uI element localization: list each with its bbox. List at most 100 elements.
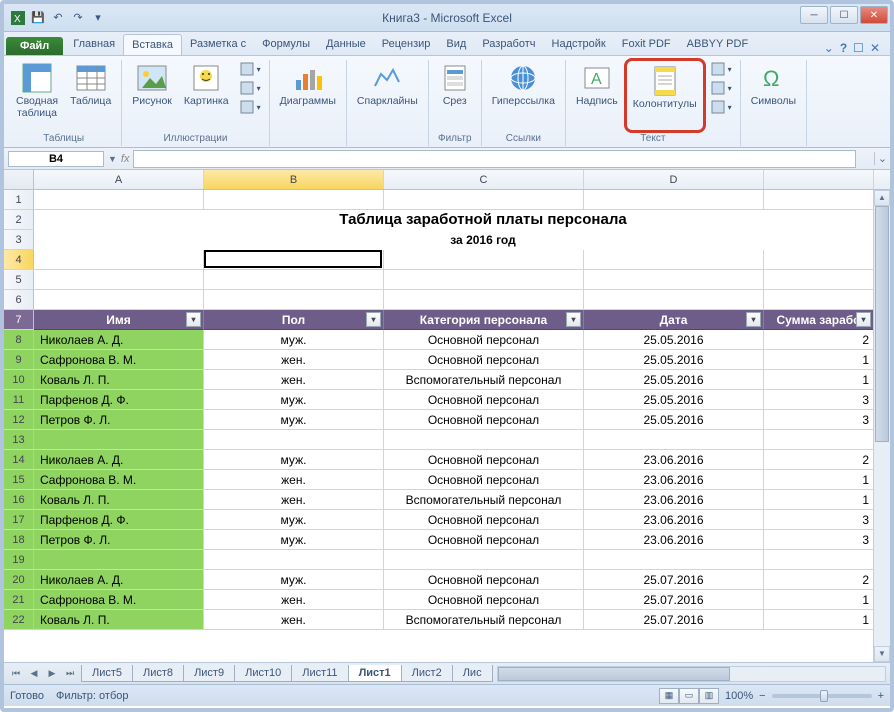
formula-bar-expand-icon[interactable]: ⌄ [874, 152, 890, 165]
scroll-down-icon[interactable]: ▼ [874, 646, 890, 662]
table-header-cell[interactable]: Категория персонала▾ [384, 310, 584, 330]
cell-date[interactable]: 25.05.2016 [584, 330, 764, 350]
ribbon-button-textbox[interactable]: AНадпись [572, 60, 622, 131]
row-header[interactable]: 17 [4, 510, 34, 530]
ribbon-button-hyperlink[interactable]: Гиперссылка [488, 60, 559, 131]
cell-name[interactable]: Сафронова В. М. [34, 590, 204, 610]
filter-dropdown-icon[interactable]: ▾ [366, 312, 381, 327]
cell-sum[interactable]: 2 [764, 330, 874, 350]
ribbon-tab-надстройк[interactable]: Надстройк [544, 34, 614, 55]
table-header-cell[interactable]: Пол▾ [204, 310, 384, 330]
cell[interactable] [764, 270, 874, 290]
row-header[interactable]: 11 [4, 390, 34, 410]
filter-dropdown-icon[interactable]: ▾ [856, 312, 871, 327]
cell-sum[interactable]: 3 [764, 390, 874, 410]
table-header-cell[interactable]: Дата▾ [584, 310, 764, 330]
ribbon-button-headerfooter[interactable]: Колонтитулы [629, 63, 701, 113]
cell-sex[interactable]: муж. [204, 570, 384, 590]
ribbon-tab-abbyy pdf[interactable]: ABBYY PDF [679, 34, 757, 55]
table-header-cell[interactable]: Сумма зарабо▾ [764, 310, 874, 330]
cell[interactable] [764, 190, 874, 210]
cell-date[interactable]: 23.06.2016 [584, 510, 764, 530]
sheet-tab-лист9[interactable]: Лист9 [183, 665, 235, 682]
cell-date[interactable]: 25.05.2016 [584, 390, 764, 410]
ribbon-small-screenshot[interactable]: ▾ [237, 98, 263, 116]
cell-category[interactable]: Основной персонал [384, 410, 584, 430]
select-all-corner[interactable] [4, 170, 34, 189]
cell-sum[interactable]: 1 [764, 370, 874, 390]
cell[interactable] [204, 190, 384, 210]
cell-sex[interactable]: жен. [204, 370, 384, 390]
save-icon[interactable]: 💾 [30, 10, 46, 26]
qat-dropdown-icon[interactable]: ▾ [90, 10, 106, 26]
ribbon-button-picture[interactable]: Рисунок [128, 60, 176, 131]
cell-sum[interactable]: 1 [764, 490, 874, 510]
sheet-nav-button[interactable]: ◀ [26, 666, 42, 682]
cell[interactable] [384, 550, 584, 570]
column-header-C[interactable]: C [384, 170, 584, 189]
row-header[interactable]: 5 [4, 270, 34, 290]
sheet-tab-лист2[interactable]: Лист2 [401, 665, 453, 682]
row-header[interactable]: 10 [4, 370, 34, 390]
cell-category[interactable]: Основной персонал [384, 350, 584, 370]
cell[interactable] [34, 250, 204, 270]
cell-sex[interactable]: жен. [204, 610, 384, 630]
row-header[interactable]: 1 [4, 190, 34, 210]
row-header[interactable]: 19 [4, 550, 34, 570]
ribbon-small-shapes[interactable]: ▾ [237, 60, 263, 78]
cell[interactable] [204, 270, 384, 290]
cell-category[interactable]: Вспомогательный персонал [384, 610, 584, 630]
ribbon-small-smartart[interactable]: ▾ [237, 79, 263, 97]
cell-sex[interactable]: муж. [204, 450, 384, 470]
ribbon-button-pivot[interactable]: Своднаятаблица [12, 60, 62, 131]
namebox-dropdown-icon[interactable]: ▼ [108, 154, 117, 164]
cell-category[interactable]: Основной персонал [384, 470, 584, 490]
cell[interactable] [34, 290, 204, 310]
row-header[interactable]: 15 [4, 470, 34, 490]
ribbon-tab-разметка с[interactable]: Разметка с [182, 34, 254, 55]
minimize-ribbon-icon[interactable]: ⌄ [824, 41, 834, 55]
cell[interactable] [764, 550, 874, 570]
horizontal-scrollbar[interactable] [497, 666, 886, 682]
cell-sum[interactable]: 1 [764, 470, 874, 490]
ribbon-small-signature[interactable]: ▾ [708, 79, 734, 97]
cell-name[interactable]: Петров Ф. Л. [34, 410, 204, 430]
sheet-tab-лист8[interactable]: Лист8 [132, 665, 184, 682]
cell-name[interactable]: Николаев А. Д. [34, 450, 204, 470]
maximize-button[interactable]: ☐ [830, 6, 858, 24]
table-title[interactable]: Таблица заработной платы персонала [204, 210, 384, 230]
cell-name[interactable]: Николаев А. Д. [34, 330, 204, 350]
ribbon-button-clipart[interactable]: Картинка [180, 60, 233, 131]
cell[interactable] [34, 430, 204, 450]
row-header[interactable]: 14 [4, 450, 34, 470]
row-header[interactable]: 16 [4, 490, 34, 510]
cell[interactable] [764, 210, 874, 230]
cell-category[interactable]: Основной персонал [384, 590, 584, 610]
cell-sum[interactable]: 3 [764, 510, 874, 530]
cell-date[interactable]: 25.05.2016 [584, 350, 764, 370]
zoom-out-button[interactable]: − [759, 690, 765, 702]
cell[interactable] [384, 430, 584, 450]
vertical-scrollbar[interactable]: ▲ ▼ [873, 190, 890, 662]
cell-sex[interactable]: муж. [204, 330, 384, 350]
close-button[interactable]: ✕ [860, 6, 888, 24]
row-header[interactable]: 20 [4, 570, 34, 590]
cell-sex[interactable]: жен. [204, 350, 384, 370]
filter-dropdown-icon[interactable]: ▾ [746, 312, 761, 327]
cell-sum[interactable]: 1 [764, 590, 874, 610]
cell[interactable] [764, 230, 874, 250]
cell[interactable] [584, 270, 764, 290]
cell[interactable] [764, 430, 874, 450]
cell-date[interactable]: 25.05.2016 [584, 370, 764, 390]
cell-category[interactable]: Основной персонал [384, 390, 584, 410]
cell-category[interactable]: Вспомогательный персонал [384, 490, 584, 510]
cell-date[interactable]: 25.05.2016 [584, 410, 764, 430]
cell-category[interactable]: Основной персонал [384, 570, 584, 590]
row-header[interactable]: 7 [4, 310, 34, 330]
cell[interactable] [384, 270, 584, 290]
hscroll-thumb[interactable] [498, 667, 730, 681]
row-header[interactable]: 4 [4, 250, 34, 270]
cell-date[interactable]: 23.06.2016 [584, 470, 764, 490]
cell-name[interactable]: Петров Ф. Л. [34, 530, 204, 550]
table-header-cell[interactable]: Имя▾ [34, 310, 204, 330]
